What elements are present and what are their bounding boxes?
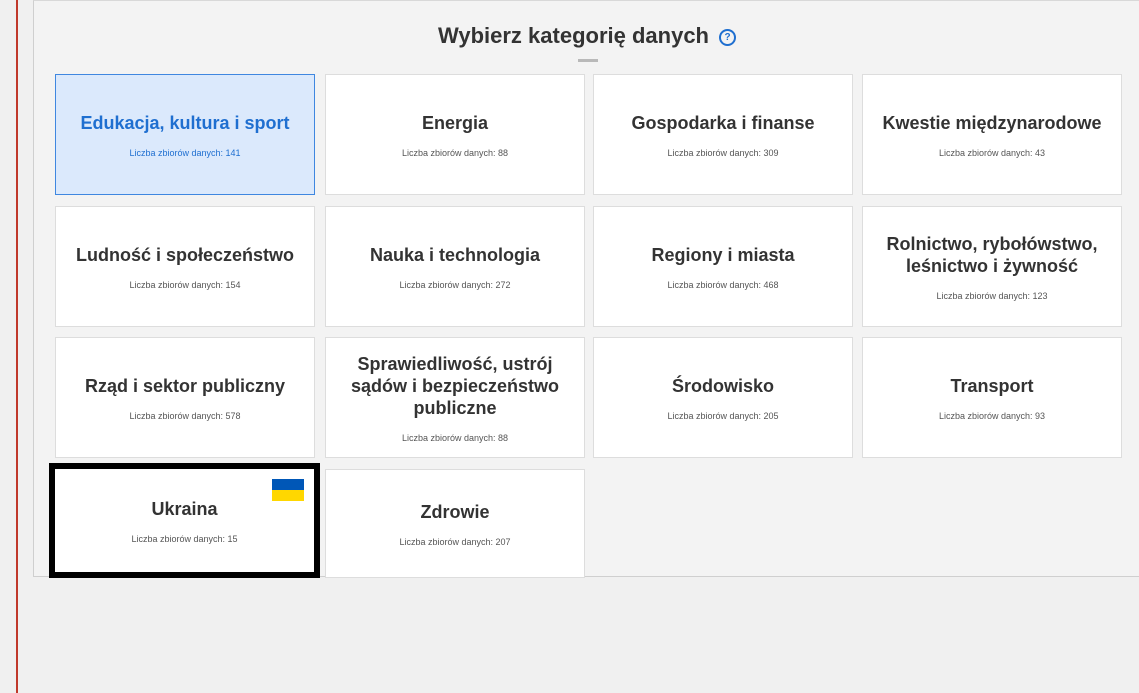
category-tile-regiony[interactable]: Regiony i miasta Liczba zbiorów danych: … [593, 206, 853, 327]
category-count: Liczba zbiorów danych: 88 [401, 147, 509, 158]
category-count: Liczba zbiorów danych: 88 [401, 432, 509, 443]
category-tile-kwestie[interactable]: Kwestie międzynarodowe Liczba zbiorów da… [862, 74, 1122, 195]
category-tile-edukacja[interactable]: Edukacja, kultura i sport Liczba zbiorów… [55, 74, 315, 195]
category-count: Liczba zbiorów danych: 15 [131, 533, 238, 544]
category-tile-sprawiedliwosc[interactable]: Sprawiedliwość, ustrój sądów i bezpiecze… [325, 337, 585, 458]
page-title-text: Wybierz kategorię danych [437, 23, 709, 48]
category-count: Liczba zbiorów danych: 141 [129, 147, 241, 158]
category-tile-rzad[interactable]: Rząd i sektor publiczny Liczba zbiorów d… [55, 337, 315, 458]
category-tile-ludnosc[interactable]: Ludność i społeczeństwo Liczba zbiorów d… [55, 206, 315, 327]
category-tile-gospodarka[interactable]: Gospodarka i finanse Liczba zbiorów dany… [593, 74, 853, 195]
category-count: Liczba zbiorów danych: 93 [938, 410, 1046, 421]
category-title: Rząd i sektor publiczny [84, 375, 286, 396]
category-count: Liczba zbiorów danych: 205 [667, 410, 779, 421]
question-circle-icon[interactable]: ? [719, 29, 736, 46]
category-title: Nauka i technologia [369, 244, 541, 265]
category-title: Zdrowie [420, 501, 490, 522]
category-tile-srodowisko[interactable]: Środowisko Liczba zbiorów danych: 205 [593, 337, 853, 458]
category-title: Kwestie międzynarodowe [882, 112, 1102, 133]
category-count: Liczba zbiorów danych: 309 [667, 147, 779, 158]
category-panel: Wybierz kategorię danych? Edukacja, kult… [33, 0, 1139, 578]
category-tile-ukraina[interactable]: Ukraina Liczba zbiorów danych: 15 [49, 463, 320, 578]
category-tile-nauka[interactable]: Nauka i technologia Liczba zbiorów danyc… [325, 206, 585, 327]
category-title: Sprawiedliwość, ustrój sądów i bezpiecze… [350, 353, 560, 418]
category-title: Gospodarka i finanse [631, 112, 815, 133]
category-title: Środowisko [671, 375, 774, 396]
category-title: Transport [950, 375, 1034, 396]
category-tile-energia[interactable]: Energia Liczba zbiorów danych: 88 [325, 74, 585, 195]
page-title: Wybierz kategorię danych? [34, 23, 1139, 49]
category-count: Liczba zbiorów danych: 578 [129, 410, 241, 421]
title-divider [578, 59, 598, 62]
category-count: Liczba zbiorów danych: 43 [938, 147, 1046, 158]
category-count: Liczba zbiorów danych: 123 [936, 290, 1048, 301]
category-tile-transport[interactable]: Transport Liczba zbiorów danych: 93 [862, 337, 1122, 458]
category-title: Energia [421, 112, 489, 133]
category-count: Liczba zbiorów danych: 468 [667, 279, 779, 290]
category-tile-rolnictwo[interactable]: Rolnictwo, rybołówstwo, leśnictwo i żywn… [862, 206, 1122, 327]
category-count: Liczba zbiorów danych: 207 [399, 536, 511, 547]
page-left-edge [16, 0, 18, 693]
category-title: Rolnictwo, rybołówstwo, leśnictwo i żywn… [886, 233, 1098, 276]
category-title: Edukacja, kultura i sport [80, 112, 290, 133]
category-count: Liczba zbiorów danych: 272 [399, 279, 511, 290]
category-title: Ludność i społeczeństwo [75, 244, 295, 265]
category-tile-zdrowie[interactable]: Zdrowie Liczba zbiorów danych: 207 [325, 469, 585, 578]
category-title: Ukraina [151, 498, 218, 519]
category-count: Liczba zbiorów danych: 154 [129, 279, 241, 290]
category-title: Regiony i miasta [651, 244, 795, 265]
